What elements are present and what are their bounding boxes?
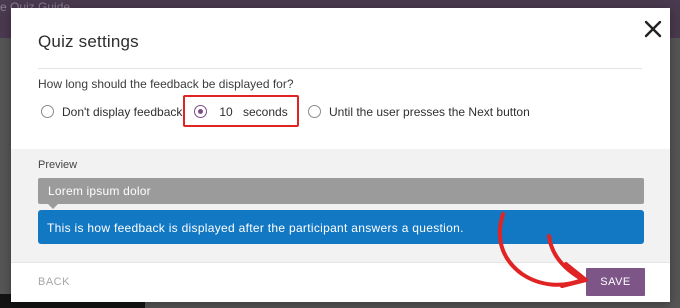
title-divider: [38, 68, 642, 69]
preview-pointer: [47, 203, 59, 209]
radio-seconds-label[interactable]: seconds: [243, 105, 288, 119]
save-button[interactable]: SAVE: [586, 268, 645, 296]
question-preview: Lorem ipsum dolor: [38, 178, 644, 204]
quiz-settings-dialog: Quiz settings How long should the feedba…: [11, 8, 670, 302]
radio-seconds[interactable]: [194, 105, 207, 118]
radio-no-feedback-label[interactable]: Don't display feedback: [62, 105, 182, 119]
feedback-preview: This is how feedback is displayed after …: [38, 210, 644, 244]
feedback-preview-text: This is how feedback is displayed after …: [47, 221, 464, 235]
radio-no-feedback[interactable]: [41, 105, 54, 118]
back-button[interactable]: BACK: [38, 272, 78, 292]
question-preview-text: Lorem ipsum dolor: [48, 184, 151, 198]
seconds-input[interactable]: [214, 104, 238, 120]
close-button[interactable]: [642, 18, 664, 40]
radio-until-next[interactable]: [308, 105, 321, 118]
dialog-title: Quiz settings: [38, 32, 139, 51]
footer-divider: [11, 262, 670, 263]
preview-label: Preview: [38, 159, 78, 171]
preview-section: [11, 149, 670, 262]
close-icon: [644, 20, 662, 38]
feedback-duration-question: How long should the feedback be displaye…: [38, 77, 294, 91]
radio-until-next-label[interactable]: Until the user presses the Next button: [329, 105, 530, 119]
